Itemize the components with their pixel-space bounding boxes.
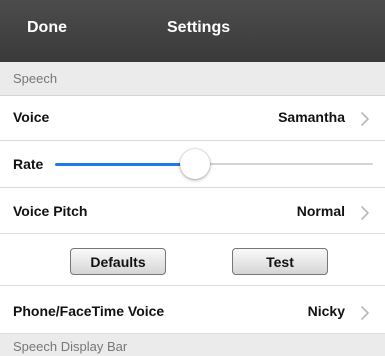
rate-slider-thumb[interactable]: [179, 149, 210, 179]
chevron-right-icon: [361, 112, 369, 126]
section-header-speech-display-bar: Speech Display Bar: [0, 334, 385, 356]
section-header-label: Speech: [13, 71, 58, 86]
defaults-button[interactable]: Defaults: [70, 248, 166, 275]
section-header-speech: Speech: [0, 62, 385, 96]
section-header-label: Speech Display Bar: [13, 339, 128, 354]
voice-label: Voice: [13, 109, 50, 125]
chevron-right-icon: [361, 306, 369, 320]
voice-value: Samantha: [278, 109, 345, 125]
navigation-bar: Done Settings: [0, 0, 385, 62]
phone-facetime-voice-value: Nicky: [307, 303, 345, 319]
phone-facetime-voice-row[interactable]: Phone/FaceTime Voice Nicky: [0, 286, 385, 334]
rate-slider-fill[interactable]: [55, 163, 195, 166]
actions-row: Defaults Test: [0, 234, 385, 286]
voice-pitch-label: Voice Pitch: [13, 203, 88, 219]
chevron-right-icon: [361, 206, 369, 220]
page-title: Settings: [167, 19, 231, 36]
test-button[interactable]: Test: [232, 248, 328, 275]
rate-slider-track[interactable]: [194, 163, 373, 165]
phone-facetime-voice-label: Phone/FaceTime Voice: [13, 303, 165, 319]
done-button[interactable]: Done: [27, 19, 67, 37]
voice-pitch-value: Normal: [296, 203, 345, 219]
rate-label: Rate: [13, 156, 44, 172]
voice-pitch-row[interactable]: Voice Pitch Normal: [0, 188, 385, 234]
voice-row[interactable]: Voice Samantha: [0, 96, 385, 141]
